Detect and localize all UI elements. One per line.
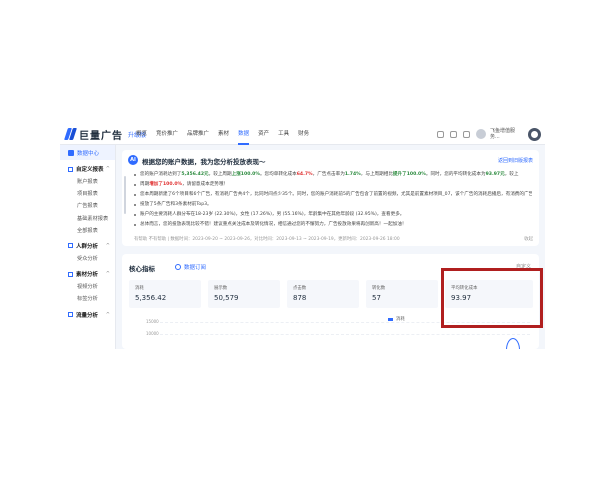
collapse-button[interactable]: 收起 — [524, 236, 533, 242]
summary-line-6: 总体而言，您的投放表现比较不错！建议重点关注成本及转化情况，相信通过您的不懈努力… — [134, 220, 532, 230]
trend-line — [506, 338, 520, 349]
ai-summary-list: 您的账户消耗达到了5,356.42元，较上周期上涨100.0%。您均单转化成本6… — [134, 170, 532, 230]
traffic-icon — [68, 312, 73, 317]
sidebar-group-material-analysis[interactable]: 素材分析 ^ — [60, 267, 115, 281]
metric-value: 5,356.42 — [135, 294, 167, 302]
brand-name: 巨量广告 — [79, 130, 123, 142]
legend-swatch — [388, 317, 393, 321]
chevron-up-icon: ^ — [105, 271, 110, 278]
nav-item-bidding[interactable]: 竞价推广 — [156, 123, 178, 145]
chart-gridline — [160, 334, 530, 335]
sidebar-item-audience-analysis[interactable]: 受众分析 — [60, 253, 115, 265]
sidebar-group-custom-reports[interactable]: 自定义报表 ^ — [60, 162, 115, 176]
help-icon[interactable] — [463, 130, 470, 138]
metric-value: 50,579 — [214, 294, 239, 302]
y-axis-tick: 15000 — [146, 319, 159, 324]
chevron-up-icon: ^ — [105, 311, 110, 318]
metric-value: 57 — [372, 294, 381, 302]
y-axis-tick: 10000 — [146, 331, 159, 336]
summary-line-5: 账户的主要消耗人群分布在18-23岁 (22.30%)，女性 (17.26%)，… — [134, 210, 532, 220]
nav-item-data[interactable]: 数据 — [238, 123, 250, 145]
data-subscribe-button[interactable]: 数据订阅 — [175, 263, 206, 271]
sidebar-group-label: 素材分析 — [76, 272, 99, 279]
nav-menu: 概览 竞价推广 品牌推广 素材 数据 资产 工具 财务 — [136, 123, 318, 145]
user-line-1: 飞鱼增值服务... — [490, 128, 516, 140]
material-icon — [68, 271, 73, 277]
avatar[interactable] — [476, 129, 486, 139]
summary-line-2: 周期增加了100.0%，请留意成本走势哦！ — [134, 180, 532, 190]
metric-clicks[interactable]: 点击数 878 — [287, 280, 359, 308]
sidebar-group-traffic[interactable]: 流量分析 ^ — [60, 308, 115, 322]
nav-item-tools[interactable]: 工具 — [278, 123, 289, 145]
sidebar-group-audience[interactable]: 人群分析 ^ — [60, 239, 115, 253]
sidebar-item-account-report[interactable]: 账户报表 — [60, 176, 115, 188]
nav-item-overview[interactable]: 概览 — [136, 123, 147, 145]
sidebar-item-video-analysis[interactable]: 视频分析 — [60, 281, 115, 293]
notification-icon[interactable] — [450, 130, 457, 138]
metric-label: 点击数 — [293, 286, 307, 291]
summary-line-3: 您本周期新建了6个项目和6个广告，有消耗广告共4个，比同时间点少35个。同时，您… — [134, 190, 532, 200]
old-report-link[interactable]: 返回到旧版报表 — [498, 157, 533, 164]
sidebar-group-label: 自定义报表 — [76, 167, 104, 173]
chevron-up-icon: ^ — [105, 166, 110, 172]
data-center-icon — [68, 149, 74, 156]
logo-mark-icon — [64, 128, 77, 140]
nav-item-finance[interactable]: 财务 — [298, 123, 309, 145]
ai-assistant-icon: AI — [128, 155, 138, 165]
metric-conversions[interactable]: 转化数 57 — [366, 280, 438, 308]
metric-label: 转化数 — [372, 286, 386, 291]
user-account[interactable]: 飞鱼增值服务... — [490, 128, 520, 140]
report-icon — [68, 166, 73, 172]
chevron-up-icon: ^ — [105, 242, 110, 249]
summary-line-4: 投放了5条广告和3条素材前Top3。 — [134, 200, 532, 210]
audience-icon — [68, 243, 73, 249]
sidebar-group-label: 人群分析 — [76, 243, 99, 250]
highlight-annotation-box — [441, 268, 543, 328]
data-subscribe-label: 数据订阅 — [184, 265, 207, 271]
metric-value: 878 — [293, 294, 307, 302]
summary-line-1: 您的账户消耗达到了5,356.42元，较上周期上涨100.0%。您均单转化成本6… — [134, 170, 532, 180]
subscribe-icon — [175, 264, 181, 270]
sidebar-item-project-report[interactable]: 项目报表 — [60, 188, 115, 200]
settings-gear-icon[interactable] — [528, 127, 541, 141]
ai-summary-card: AI 根据您的账户数据，我为您分析投放表现～ 返回到旧版报表 您的账户消耗达到了… — [122, 150, 539, 246]
core-metrics-title: 核心指标 — [129, 265, 155, 273]
sidebar: 数据中心 自定义报表 ^ 账户报表 项目报表 广告报表 基础素材报表 全部报表 … — [60, 145, 116, 349]
nav-item-materials[interactable]: 素材 — [218, 123, 229, 145]
sidebar-item-data-center[interactable]: 数据中心 — [60, 145, 115, 160]
ai-summary-title: 根据您的账户数据，我为您分析投放表现～ — [142, 158, 266, 166]
scroll-indicator — [124, 176, 126, 214]
message-icon[interactable] — [437, 130, 444, 138]
feedback-footer[interactable]: 有帮助 不有帮助 | 数据时间：2023-09-20 ~ 2023-09-26，… — [134, 236, 400, 242]
metric-impressions[interactable]: 展示数 50,579 — [208, 280, 280, 308]
sidebar-item-ad-report[interactable]: 广告报表 — [60, 200, 115, 212]
metric-label: 展示数 — [214, 286, 228, 291]
sidebar-item-material-report[interactable]: 基础素材报表 — [60, 213, 115, 225]
nav-item-assets[interactable]: 资产 — [258, 123, 269, 145]
sidebar-home-label: 数据中心 — [77, 150, 100, 157]
sidebar-item-tag-analysis[interactable]: 标签分析 — [60, 293, 115, 305]
sidebar-group-label: 流量分析 — [76, 312, 99, 319]
sidebar-item-all-reports[interactable]: 全部报表 — [60, 225, 115, 237]
top-navigation: 巨量广告 升级版 概览 竞价推广 品牌推广 素材 数据 资产 工具 财务 飞鱼增… — [60, 123, 545, 145]
nav-item-brand[interactable]: 品牌推广 — [187, 123, 209, 145]
metric-label: 消耗 — [135, 286, 144, 291]
metric-cost[interactable]: 消耗 5,356.42 — [129, 280, 201, 308]
nav-right-tools: 飞鱼增值服务... — [437, 126, 541, 142]
brand-logo[interactable]: 巨量广告 升级版 — [64, 127, 146, 142]
